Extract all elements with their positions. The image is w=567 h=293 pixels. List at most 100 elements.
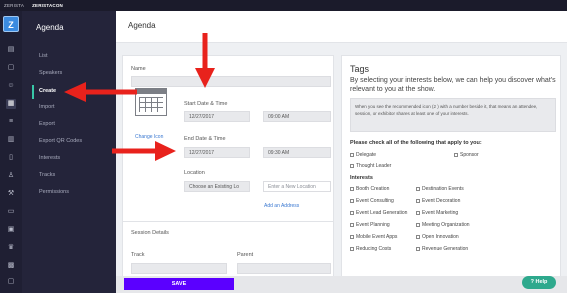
checkbox-open-innovation[interactable]: Open Innovation bbox=[416, 234, 459, 240]
new-location-input[interactable]: Enter a New Location bbox=[263, 181, 331, 192]
icon-rail: Z ▤ ▢ ☺ ▦ ≡ ▥ ▯ ♙ ⚒ ▭ ▣ ♛ ▩ ▢ bbox=[0, 11, 22, 293]
start-date-input[interactable]: 12/27/2017 bbox=[184, 111, 250, 122]
checkbox-label: Event Decoration bbox=[422, 198, 461, 204]
checkbox-destination-events[interactable]: Destination Events bbox=[416, 186, 464, 192]
parent-select[interactable] bbox=[237, 263, 331, 274]
tags-subtitle: By selecting your interests below, we ca… bbox=[350, 77, 556, 93]
nav-item-export[interactable]: Export bbox=[39, 121, 55, 127]
checkbox-box[interactable] bbox=[416, 235, 420, 239]
checkbox-label: Booth Creation bbox=[356, 186, 390, 192]
checkbox-box[interactable] bbox=[350, 199, 354, 203]
checkbox-event-consulting[interactable]: Event Consulting bbox=[350, 198, 394, 204]
checkbox-box[interactable] bbox=[350, 187, 354, 191]
checkbox-booth-creation[interactable]: Booth Creation bbox=[350, 186, 389, 192]
tv-icon[interactable]: ▢ bbox=[6, 277, 16, 287]
interests-title: Interests bbox=[350, 175, 373, 181]
building-icon[interactable]: ▥ bbox=[6, 135, 16, 145]
track-select[interactable] bbox=[131, 263, 227, 274]
brand-zeristacon[interactable]: ZERISTACON bbox=[32, 3, 63, 8]
agenda-icon[interactable]: ▦ bbox=[6, 99, 16, 109]
checkbox-event-lead-generation[interactable]: Event Lead Generation bbox=[350, 210, 407, 216]
checkbox-box[interactable] bbox=[350, 164, 354, 168]
nav-item-permissions[interactable]: Permissions bbox=[39, 189, 69, 195]
checkbox-label: Sponsor bbox=[460, 152, 479, 158]
add-address-link[interactable]: Add an Address bbox=[264, 203, 299, 209]
checkbox-label: Mobile Event Apps bbox=[356, 234, 398, 240]
checkbox-thought-leader[interactable]: Thought Leader bbox=[350, 163, 391, 169]
nav-item-tracks[interactable]: Tracks bbox=[39, 172, 55, 178]
session-details-card: Session Details Track Parent bbox=[122, 221, 334, 281]
location-select[interactable]: Choose an Existing Lo bbox=[184, 181, 250, 192]
start-time-input[interactable]: 09:00 AM bbox=[263, 111, 331, 122]
end-date-input[interactable]: 12/27/2017 bbox=[184, 147, 250, 158]
checkbox-label: Event Marketing bbox=[422, 210, 459, 216]
people-icon[interactable]: ☺ bbox=[6, 81, 16, 91]
app-logo-icon[interactable]: Z bbox=[3, 16, 19, 32]
checkbox-box[interactable] bbox=[416, 247, 420, 251]
checkbox-box[interactable] bbox=[416, 187, 420, 191]
chat-icon[interactable]: ▢ bbox=[6, 63, 16, 73]
list-icon[interactable]: ≡ bbox=[6, 117, 16, 127]
tags-title: Tags bbox=[350, 64, 370, 74]
checkbox-reducing-costs[interactable]: Reducing Costs bbox=[350, 246, 391, 252]
wrench-icon[interactable]: ⚒ bbox=[6, 189, 16, 199]
end-date-time-label: End Date & Time bbox=[184, 136, 226, 142]
checkbox-sponsor[interactable]: Sponsor bbox=[454, 152, 479, 158]
trophy-icon[interactable]: ♛ bbox=[6, 243, 16, 253]
nav-header: Agenda bbox=[36, 23, 64, 32]
checkbox-label: Thought Leader bbox=[356, 163, 392, 169]
nav-item-export-qr-codes[interactable]: Export QR Codes bbox=[39, 138, 82, 144]
checkbox-box[interactable] bbox=[350, 211, 354, 215]
parent-label: Parent bbox=[237, 252, 254, 258]
checkbox-box[interactable] bbox=[350, 247, 354, 251]
checkbox-label: Meeting Organization bbox=[422, 222, 470, 228]
person-icon[interactable]: ♙ bbox=[6, 171, 16, 181]
checkbox-box[interactable] bbox=[416, 223, 420, 227]
grid-icon[interactable]: ▩ bbox=[6, 261, 16, 271]
page-icon[interactable]: ▭ bbox=[6, 207, 16, 217]
checkbox-event-decoration[interactable]: Event Decoration bbox=[416, 198, 460, 204]
save-button[interactable]: SAVE bbox=[124, 278, 234, 290]
help-button[interactable]: ? Help bbox=[522, 276, 556, 289]
checkbox-box[interactable] bbox=[416, 211, 420, 215]
nav-item-speakers[interactable]: Speakers bbox=[39, 70, 62, 76]
checkbox-box[interactable] bbox=[350, 153, 354, 157]
change-icon-link[interactable]: Change Icon bbox=[135, 134, 163, 140]
checkbox-label: Revenue Generation bbox=[422, 246, 469, 252]
location-label: Location bbox=[184, 170, 205, 176]
session-form-card: Name Change Icon Start Date & Time 12/27… bbox=[122, 55, 334, 227]
nav-item-interests[interactable]: Interests bbox=[39, 155, 60, 161]
checkbox-box[interactable] bbox=[350, 235, 354, 239]
checkbox-event-planning[interactable]: Event Planning bbox=[350, 222, 390, 228]
page-header: Agenda bbox=[116, 11, 567, 43]
monitor-icon[interactable]: ▣ bbox=[6, 225, 16, 235]
document-icon[interactable]: ▯ bbox=[6, 153, 16, 163]
section-nav: Agenda List Speakers Create Import Expor… bbox=[22, 11, 116, 293]
checkbox-box[interactable] bbox=[454, 153, 458, 157]
checkbox-label: Open Innovation bbox=[422, 234, 459, 240]
checkbox-meeting-organization[interactable]: Meeting Organization bbox=[416, 222, 470, 228]
nav-item-import[interactable]: Import bbox=[39, 104, 55, 110]
tags-card: Tags By selecting your interests below, … bbox=[341, 55, 561, 281]
checkbox-label: Event Consulting bbox=[356, 198, 394, 204]
brand-zerista[interactable]: ZERISTA bbox=[4, 3, 24, 8]
checkbox-label: Event Planning bbox=[356, 222, 390, 228]
checkbox-mobile-event-apps[interactable]: Mobile Event Apps bbox=[350, 234, 397, 240]
nav-item-list[interactable]: List bbox=[39, 53, 48, 59]
session-details-title: Session Details bbox=[131, 230, 169, 236]
checkbox-label: Reducing Costs bbox=[356, 246, 392, 252]
tags-check-title: Please check all of the following that a… bbox=[350, 140, 482, 146]
nav-item-create[interactable]: Create bbox=[39, 88, 56, 94]
name-input[interactable] bbox=[131, 76, 331, 87]
end-time-input[interactable]: 09:30 AM bbox=[263, 147, 331, 158]
checkbox-label: Delegate bbox=[356, 152, 377, 158]
start-date-time-label: Start Date & Time bbox=[184, 101, 228, 107]
checkbox-box[interactable] bbox=[416, 199, 420, 203]
checkbox-box[interactable] bbox=[350, 223, 354, 227]
checkbox-event-marketing[interactable]: Event Marketing bbox=[416, 210, 458, 216]
checkbox-delegate[interactable]: Delegate bbox=[350, 152, 376, 158]
track-label: Track bbox=[131, 252, 145, 258]
checkbox-revenue-generation[interactable]: Revenue Generation bbox=[416, 246, 468, 252]
layout-icon[interactable]: ▤ bbox=[6, 45, 16, 55]
calendar-icon[interactable] bbox=[135, 88, 167, 116]
